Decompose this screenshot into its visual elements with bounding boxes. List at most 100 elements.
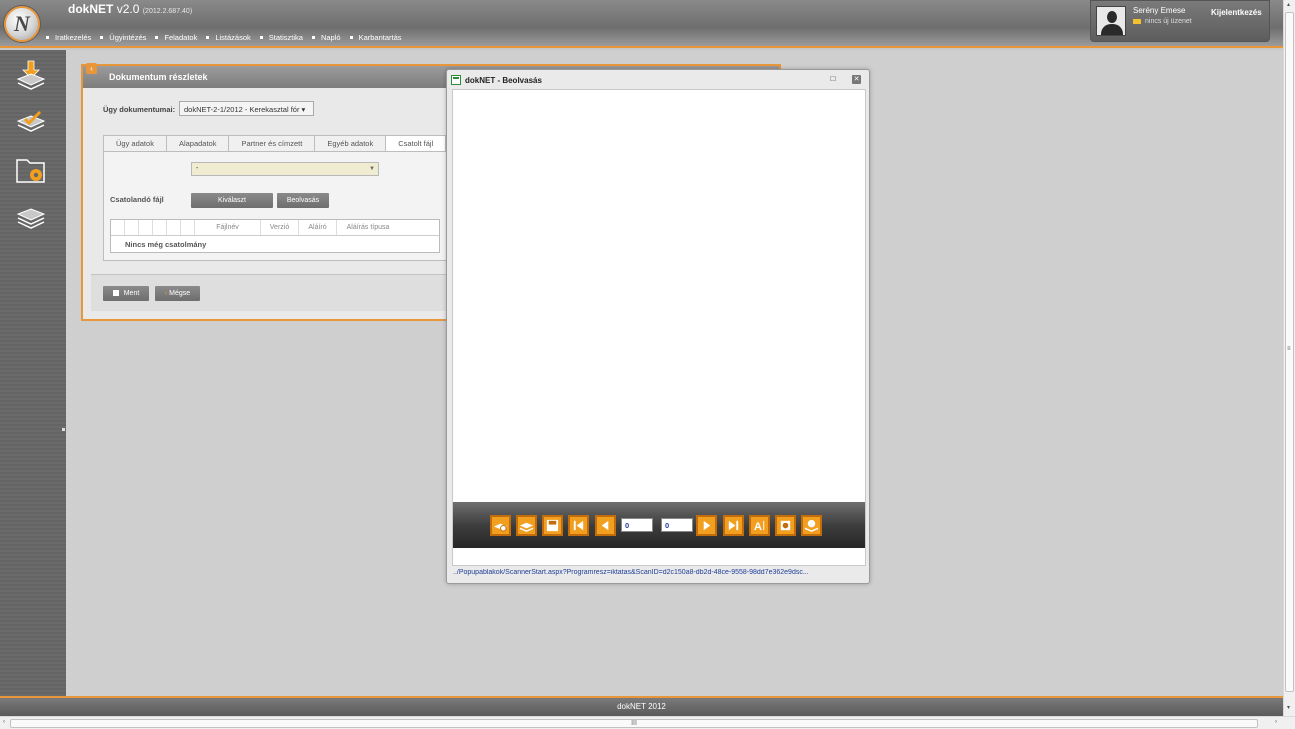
main-menu: Iratkezelés Ügyintézés Feladatok Listázá… [46,33,402,42]
menu-item-iratkezeles[interactable]: Iratkezelés [46,33,91,42]
menu-item-ugyintezes[interactable]: Ügyintézés [100,33,146,42]
collapse-icon[interactable]: ‹ [86,63,97,74]
scan-popup-window: dokNET - Beolvasás □ ✕ 0 0 A ../Popupabl… [446,69,870,584]
scan-button[interactable]: Beolvasás [277,193,329,208]
tab-partner-cimzett[interactable]: Partner és címzett [228,135,316,151]
logout-link[interactable]: Kijelentkezés [1211,8,1262,17]
vertical-scrollbar[interactable]: ▴ ≡ ▾ [1283,0,1295,716]
layers-icon[interactable] [15,202,47,234]
sidebar [0,50,66,696]
panel-title: Dokumentum részletek [109,72,208,82]
floppy-icon [112,290,119,296]
app-header: N dokNET v2.0 (2012.2.687.40) Iratkezelé… [0,0,1283,48]
app-title: dokNET v2.0 (2012.2.687.40) [68,2,192,16]
bullet-icon [155,36,159,39]
approve-stack-icon[interactable] [15,105,47,137]
next-page-icon[interactable] [696,515,717,536]
menu-item-karbantartas[interactable]: Karbantartás [349,33,402,42]
chevron-down-icon: ▼ [369,166,375,172]
user-name: Serény Emese [1133,6,1186,15]
grid-col-filename[interactable]: Fájlnév [195,220,261,235]
tab-ugy-adatok[interactable]: Ügy adatok [103,135,167,151]
popup-content: 0 0 A [452,89,866,566]
popup-title: dokNET - Beolvasás [465,76,542,85]
sidebar-splitter[interactable] [62,428,65,431]
grid-col-signer[interactable]: Aláíró [299,220,337,235]
attach-file-label: Csatolandó fájl [110,195,164,204]
file-type-value: - [196,165,199,172]
maximize-icon[interactable]: □ [829,75,837,83]
save-scan-icon[interactable] [542,515,563,536]
menu-label: Karbantartás [358,33,402,42]
grid-col[interactable] [125,220,139,235]
tab-content: - ▼ Csatolandó fájl Kiválaszt Beolvasás … [103,151,448,261]
app-build: (2012.2.687.40) [142,8,193,15]
bullet-icon [206,36,210,39]
total-pages-field[interactable]: 0 [661,518,693,532]
menu-item-naplo[interactable]: Napló [311,33,341,42]
scroll-up-icon[interactable]: ▴ [1287,1,1290,8]
app-version: v2.0 [116,2,140,16]
scanner-settings-icon[interactable] [490,515,511,536]
window-icon [451,75,461,85]
bullet-icon [311,36,315,39]
case-documents-select[interactable]: dokNET-2-1/2012 - Kerekasztal fór ▾ [179,101,314,116]
grid-empty-text: Nincs még csatolmány [125,240,207,249]
horizontal-scroll-thumb[interactable]: III [10,719,1258,728]
menu-label: Napló [320,33,341,42]
grid-col[interactable] [181,220,195,235]
avatar [1096,6,1126,36]
user-messages-text: nincs új üzenet [1145,18,1192,25]
grid-header: Fájlnév Verzió Aláíró Aláírás típusa [111,220,439,236]
inbox-download-icon[interactable] [15,59,47,91]
last-page-icon[interactable] [723,515,744,536]
envelope-icon [1133,19,1141,24]
vertical-scroll-thumb[interactable] [1285,12,1294,692]
grid-col[interactable] [153,220,167,235]
text-ocr-icon[interactable]: A [749,515,770,536]
user-messages[interactable]: nincs új üzenet [1133,18,1192,25]
close-icon[interactable]: ✕ [852,75,861,84]
bullet-icon [46,36,49,39]
bullet-icon [259,36,263,39]
scroll-right-icon[interactable]: › [1275,719,1277,725]
grid-col[interactable] [167,220,181,235]
tab-egyeb-adatok[interactable]: Egyéb adatok [314,135,387,151]
save-button[interactable]: Ment [103,286,149,301]
scroll-grip-icon: ≡ [1287,346,1291,352]
menu-item-feladatok[interactable]: Feladatok [155,33,197,42]
grid-col[interactable] [111,220,125,235]
scroll-grip-icon: III [631,720,637,727]
folder-settings-icon[interactable] [15,154,47,186]
menu-item-listazasok[interactable]: Listázások [206,33,251,42]
app-logo: N [4,6,40,42]
menu-label: Listázások [215,33,251,42]
grid-col[interactable] [139,220,153,235]
file-type-combo[interactable]: - ▼ [191,162,379,176]
popup-status-url: ../Popupablakok/ScannerStart.aspx?Progra… [453,569,809,576]
scroll-left-icon[interactable]: ‹ [3,719,5,725]
scan-config-icon[interactable] [801,515,822,536]
delete-page-icon[interactable] [775,515,796,536]
scan-stack-icon[interactable] [516,515,537,536]
menu-label: Iratkezelés [55,33,92,42]
tab-alapadatok[interactable]: Alapadatok [165,135,230,151]
menu-label: Statisztika [268,33,303,42]
cancel-label: Mégse [169,290,191,297]
scanner-toolbar: 0 0 A [453,502,865,548]
menu-item-statisztika[interactable]: Statisztika [259,33,303,42]
tab-csatolt-fajl[interactable]: Csatolt fájl [385,135,447,151]
scroll-down-icon[interactable]: ▾ [1287,704,1290,711]
select-file-button[interactable]: Kiválaszt [191,193,273,208]
grid-col-signature-type[interactable]: Aláírás típusa [337,220,399,235]
prev-page-icon[interactable] [595,515,616,536]
bullet-icon [349,36,353,39]
detail-tabs: Ügy adatok Alapadatok Partner és címzett… [103,135,447,151]
cancel-button[interactable]: ‹ Mégse [155,286,200,301]
first-page-icon[interactable] [568,515,589,536]
grid-col-version[interactable]: Verzió [261,220,299,235]
current-page-field[interactable]: 0 [621,518,653,532]
back-arrow-icon: ‹ [164,290,168,297]
save-label: Ment [123,290,140,297]
horizontal-scrollbar[interactable]: ‹ III › [0,716,1295,729]
